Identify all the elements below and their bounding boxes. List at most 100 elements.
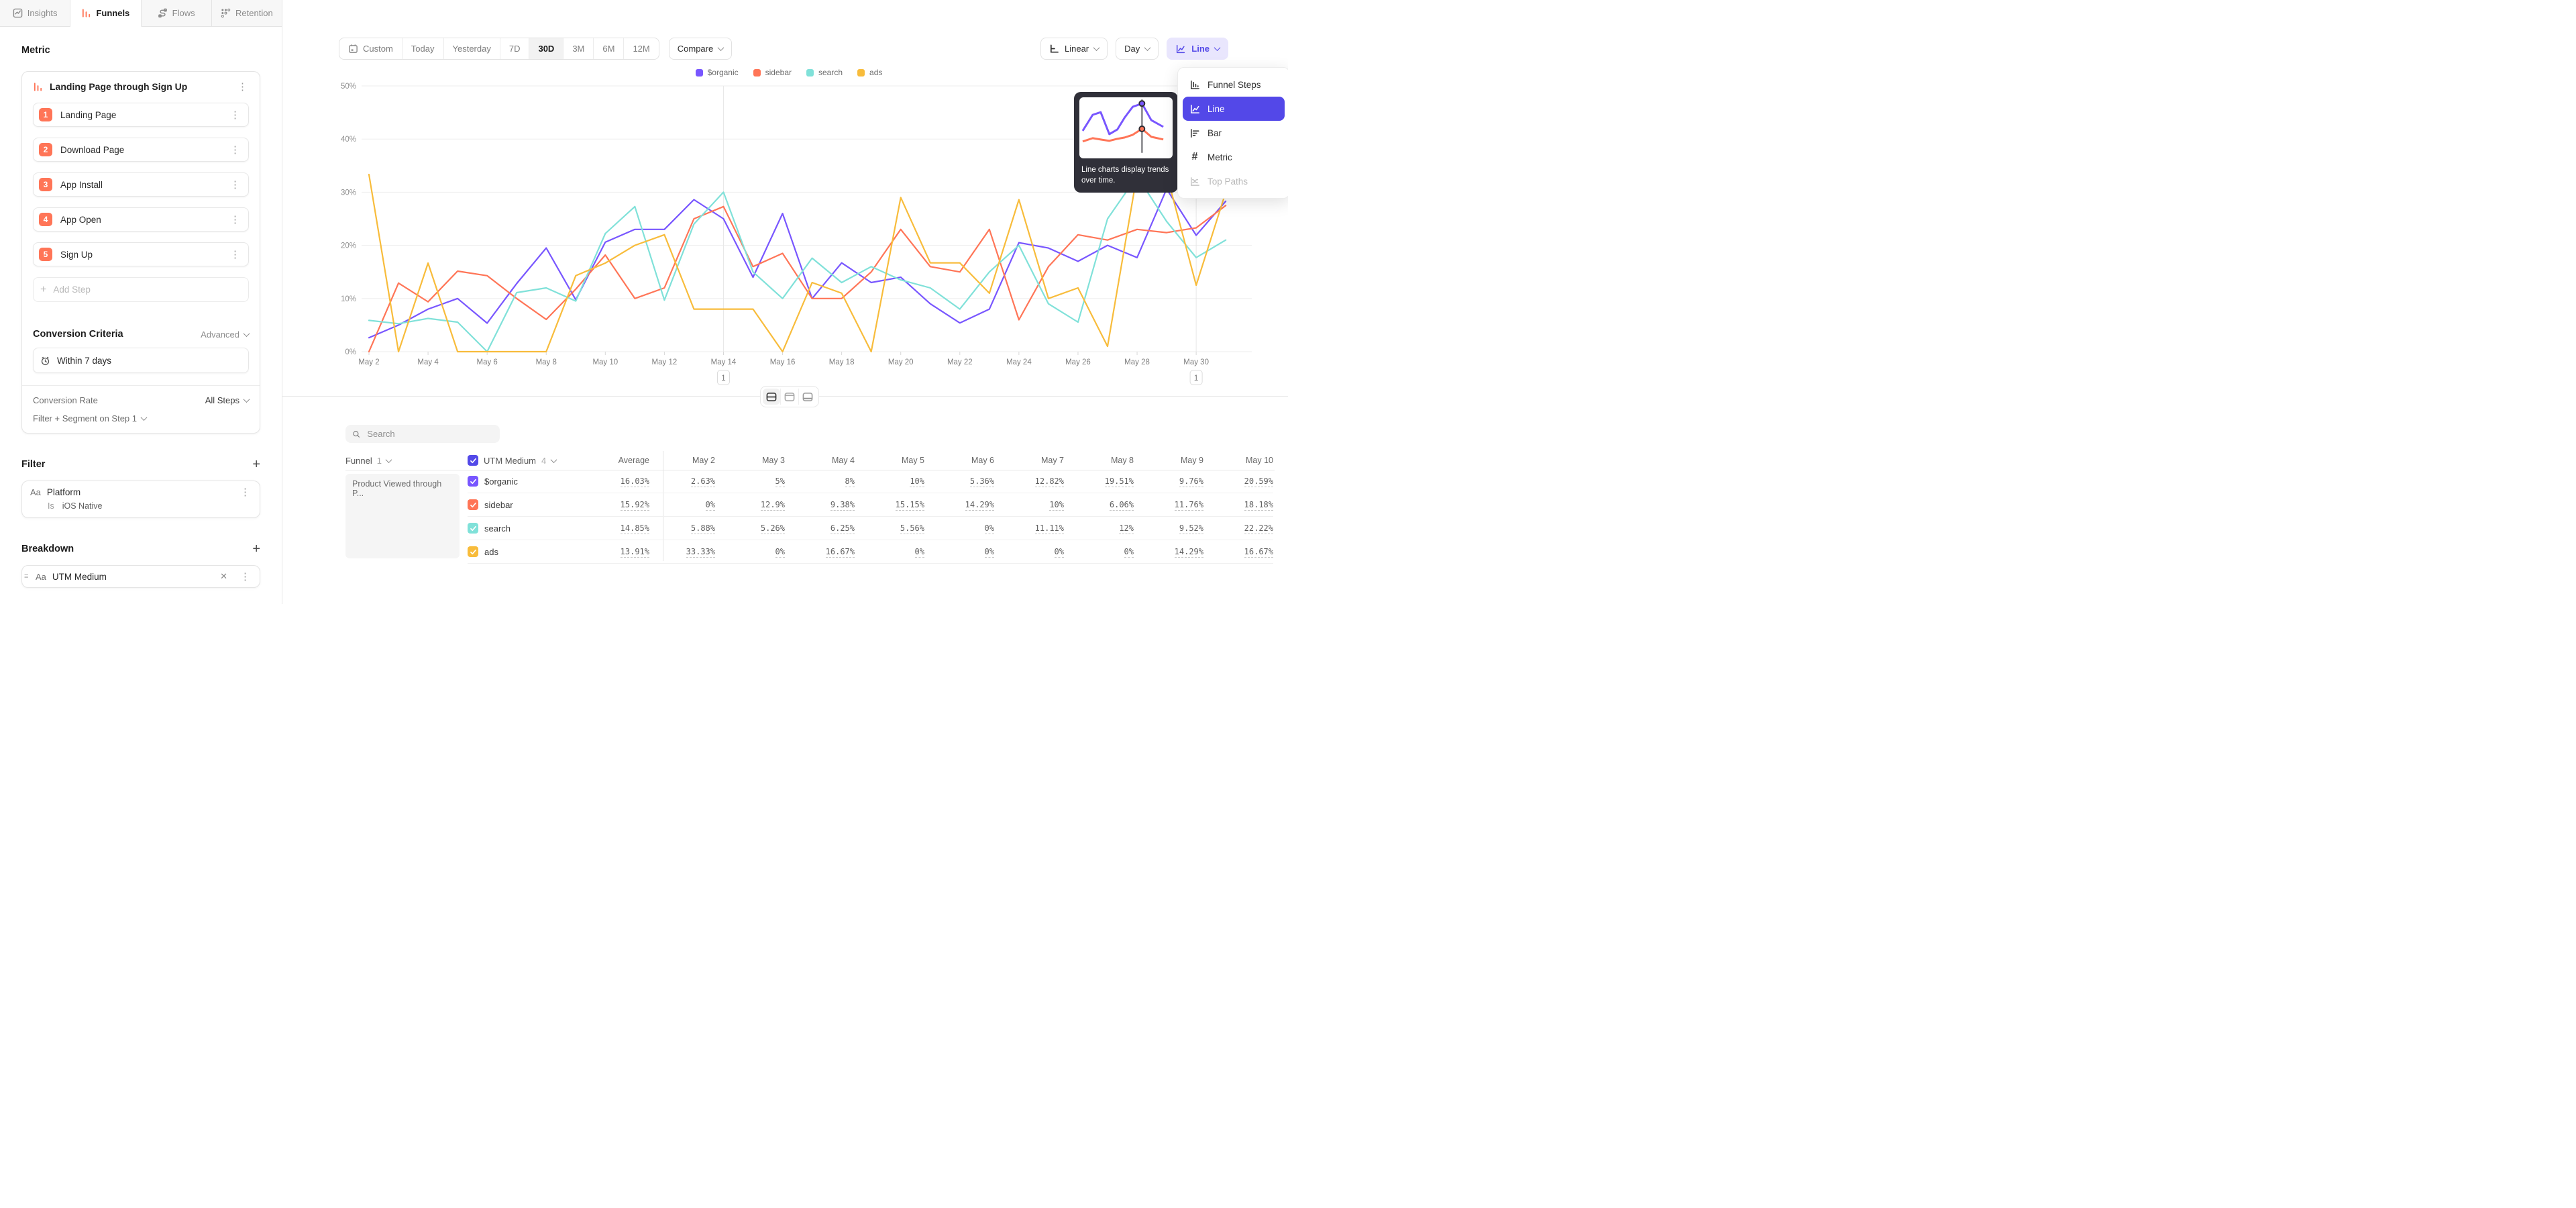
funnel-cell[interactable]: Product Viewed through P... bbox=[345, 474, 460, 558]
table-only-toggle[interactable] bbox=[798, 389, 816, 405]
menu-item-line[interactable]: Line bbox=[1183, 97, 1285, 121]
tab-funnels[interactable]: Funnels bbox=[70, 0, 141, 27]
average-value[interactable]: 16.03% bbox=[568, 476, 649, 486]
daily-value[interactable]: 12.82% bbox=[994, 476, 1064, 486]
series-checkbox[interactable] bbox=[468, 476, 478, 487]
daily-value[interactable]: 10% bbox=[855, 476, 924, 486]
daily-value[interactable]: 10% bbox=[994, 500, 1064, 509]
tab-retention[interactable]: Retention bbox=[212, 0, 282, 26]
range-12m[interactable]: 12M bbox=[624, 38, 658, 59]
daily-value[interactable]: 22.22% bbox=[1203, 523, 1273, 533]
menu-item-top-paths[interactable]: Top Paths bbox=[1183, 169, 1285, 193]
legend-item[interactable]: $organic bbox=[696, 68, 739, 77]
range-7d[interactable]: 7D bbox=[500, 38, 530, 59]
kebab-menu-icon[interactable]: ⋮ bbox=[229, 180, 241, 190]
tab-insights[interactable]: Insights bbox=[0, 0, 70, 26]
average-value[interactable]: 14.85% bbox=[568, 523, 649, 533]
remove-breakdown-icon[interactable]: ✕ bbox=[220, 571, 227, 582]
row-name-cell[interactable]: $organic bbox=[468, 476, 568, 487]
add-breakdown-button[interactable]: + bbox=[252, 542, 260, 556]
chart-only-toggle[interactable] bbox=[780, 389, 798, 405]
daily-value[interactable]: 11.76% bbox=[1134, 500, 1203, 509]
chart-type-dropdown[interactable]: Line bbox=[1167, 38, 1228, 60]
daily-value[interactable]: 9.38% bbox=[785, 500, 855, 509]
legend-item[interactable]: search bbox=[806, 68, 843, 77]
split-view-toggle[interactable] bbox=[763, 389, 780, 405]
funnel-header[interactable]: Landing Page through Sign Up ⋮ bbox=[22, 72, 260, 100]
daily-value[interactable]: 14.29% bbox=[1134, 547, 1203, 556]
add-step-button[interactable]: + Add Step bbox=[33, 277, 249, 302]
compare-button[interactable]: Compare bbox=[669, 38, 732, 60]
funnel-step[interactable]: 4App Open⋮ bbox=[33, 207, 249, 232]
scale-dropdown[interactable]: Linear bbox=[1040, 38, 1108, 60]
range-today[interactable]: Today bbox=[402, 38, 444, 59]
daily-value[interactable]: 20.59% bbox=[1203, 476, 1273, 486]
row-name-cell[interactable]: sidebar bbox=[468, 499, 568, 510]
conversion-rate-dropdown[interactable]: All Steps bbox=[205, 395, 249, 405]
kebab-menu-icon[interactable]: ⋮ bbox=[229, 110, 241, 120]
column-header[interactable]: May 5 bbox=[855, 456, 924, 465]
daily-value[interactable]: 6.25% bbox=[785, 523, 855, 533]
select-all-checkbox[interactable] bbox=[468, 455, 478, 466]
funnel-step[interactable]: 1Landing Page⋮ bbox=[33, 103, 249, 127]
menu-item-funnel-steps[interactable]: Funnel Steps bbox=[1183, 72, 1285, 97]
row-name-cell[interactable]: ads bbox=[468, 546, 568, 557]
column-header[interactable]: May 7 bbox=[994, 456, 1064, 465]
column-header[interactable]: May 3 bbox=[715, 456, 785, 465]
column-header[interactable]: May 10 bbox=[1203, 456, 1273, 465]
daily-value[interactable]: 33.33% bbox=[649, 547, 715, 556]
row-name-cell[interactable]: search bbox=[468, 523, 568, 534]
daily-value[interactable]: 8% bbox=[785, 476, 855, 486]
column-header[interactable]: Average bbox=[568, 456, 649, 465]
column-header[interactable]: May 8 bbox=[1064, 456, 1134, 465]
filter-property[interactable]: Platform bbox=[47, 487, 233, 497]
daily-value[interactable]: 2.63% bbox=[649, 476, 715, 486]
kebab-menu-icon[interactable]: ⋮ bbox=[229, 215, 241, 225]
menu-item-bar[interactable]: Bar bbox=[1183, 121, 1285, 145]
daily-value[interactable]: 5.88% bbox=[649, 523, 715, 533]
daily-value[interactable]: 0% bbox=[994, 547, 1064, 556]
menu-item-metric[interactable]: # Metric bbox=[1183, 145, 1285, 169]
conversion-window[interactable]: Within 7 days bbox=[33, 348, 249, 373]
daily-value[interactable]: 9.76% bbox=[1134, 476, 1203, 486]
funnel-step[interactable]: 3App Install⋮ bbox=[33, 172, 249, 197]
series-checkbox[interactable] bbox=[468, 523, 478, 534]
range-30d[interactable]: 30D bbox=[529, 38, 564, 59]
daily-value[interactable]: 0% bbox=[649, 500, 715, 509]
daily-value[interactable]: 6.06% bbox=[1064, 500, 1134, 509]
daily-value[interactable]: 0% bbox=[924, 523, 994, 533]
funnel-step[interactable]: 2Download Page⋮ bbox=[33, 138, 249, 162]
kebab-menu-icon[interactable]: ⋮ bbox=[229, 145, 241, 155]
interval-dropdown[interactable]: Day bbox=[1116, 38, 1159, 60]
daily-value[interactable]: 5.36% bbox=[924, 476, 994, 486]
daily-value[interactable]: 15.15% bbox=[855, 500, 924, 509]
advanced-dropdown[interactable]: Advanced bbox=[201, 330, 249, 340]
daily-value[interactable]: 14.29% bbox=[924, 500, 994, 509]
series-checkbox[interactable] bbox=[468, 546, 478, 557]
daily-value[interactable]: 12.9% bbox=[715, 500, 785, 509]
daily-value[interactable]: 9.52% bbox=[1134, 523, 1203, 533]
range-custom[interactable]: Custom bbox=[339, 38, 402, 59]
daily-value[interactable]: 18.18% bbox=[1203, 500, 1273, 509]
filter-value[interactable]: iOS Native bbox=[62, 501, 103, 511]
range-yesterday[interactable]: Yesterday bbox=[444, 38, 500, 59]
filter-segment-dropdown[interactable]: Filter + Segment on Step 1 bbox=[33, 413, 249, 423]
tab-flows[interactable]: Flows bbox=[142, 0, 212, 26]
daily-value[interactable]: 5% bbox=[715, 476, 785, 486]
funnel-column-header[interactable]: Funnel 1 bbox=[345, 451, 391, 470]
average-value[interactable]: 15.92% bbox=[568, 500, 649, 509]
column-header[interactable]: May 2 bbox=[649, 456, 715, 465]
daily-value[interactable]: 16.67% bbox=[1203, 547, 1273, 556]
column-header[interactable]: May 6 bbox=[924, 456, 994, 465]
add-filter-button[interactable]: + bbox=[252, 458, 260, 471]
legend-item[interactable]: ads bbox=[857, 68, 882, 77]
range-3m[interactable]: 3M bbox=[564, 38, 594, 59]
daily-value[interactable]: 11.11% bbox=[994, 523, 1064, 533]
table-search[interactable] bbox=[345, 425, 500, 443]
column-header[interactable]: May 4 bbox=[785, 456, 855, 465]
daily-value[interactable]: 12% bbox=[1064, 523, 1134, 533]
kebab-menu-icon[interactable]: ⋮ bbox=[229, 250, 241, 260]
daily-value[interactable]: 0% bbox=[855, 547, 924, 556]
daily-value[interactable]: 19.51% bbox=[1064, 476, 1134, 486]
daily-value[interactable]: 5.26% bbox=[715, 523, 785, 533]
